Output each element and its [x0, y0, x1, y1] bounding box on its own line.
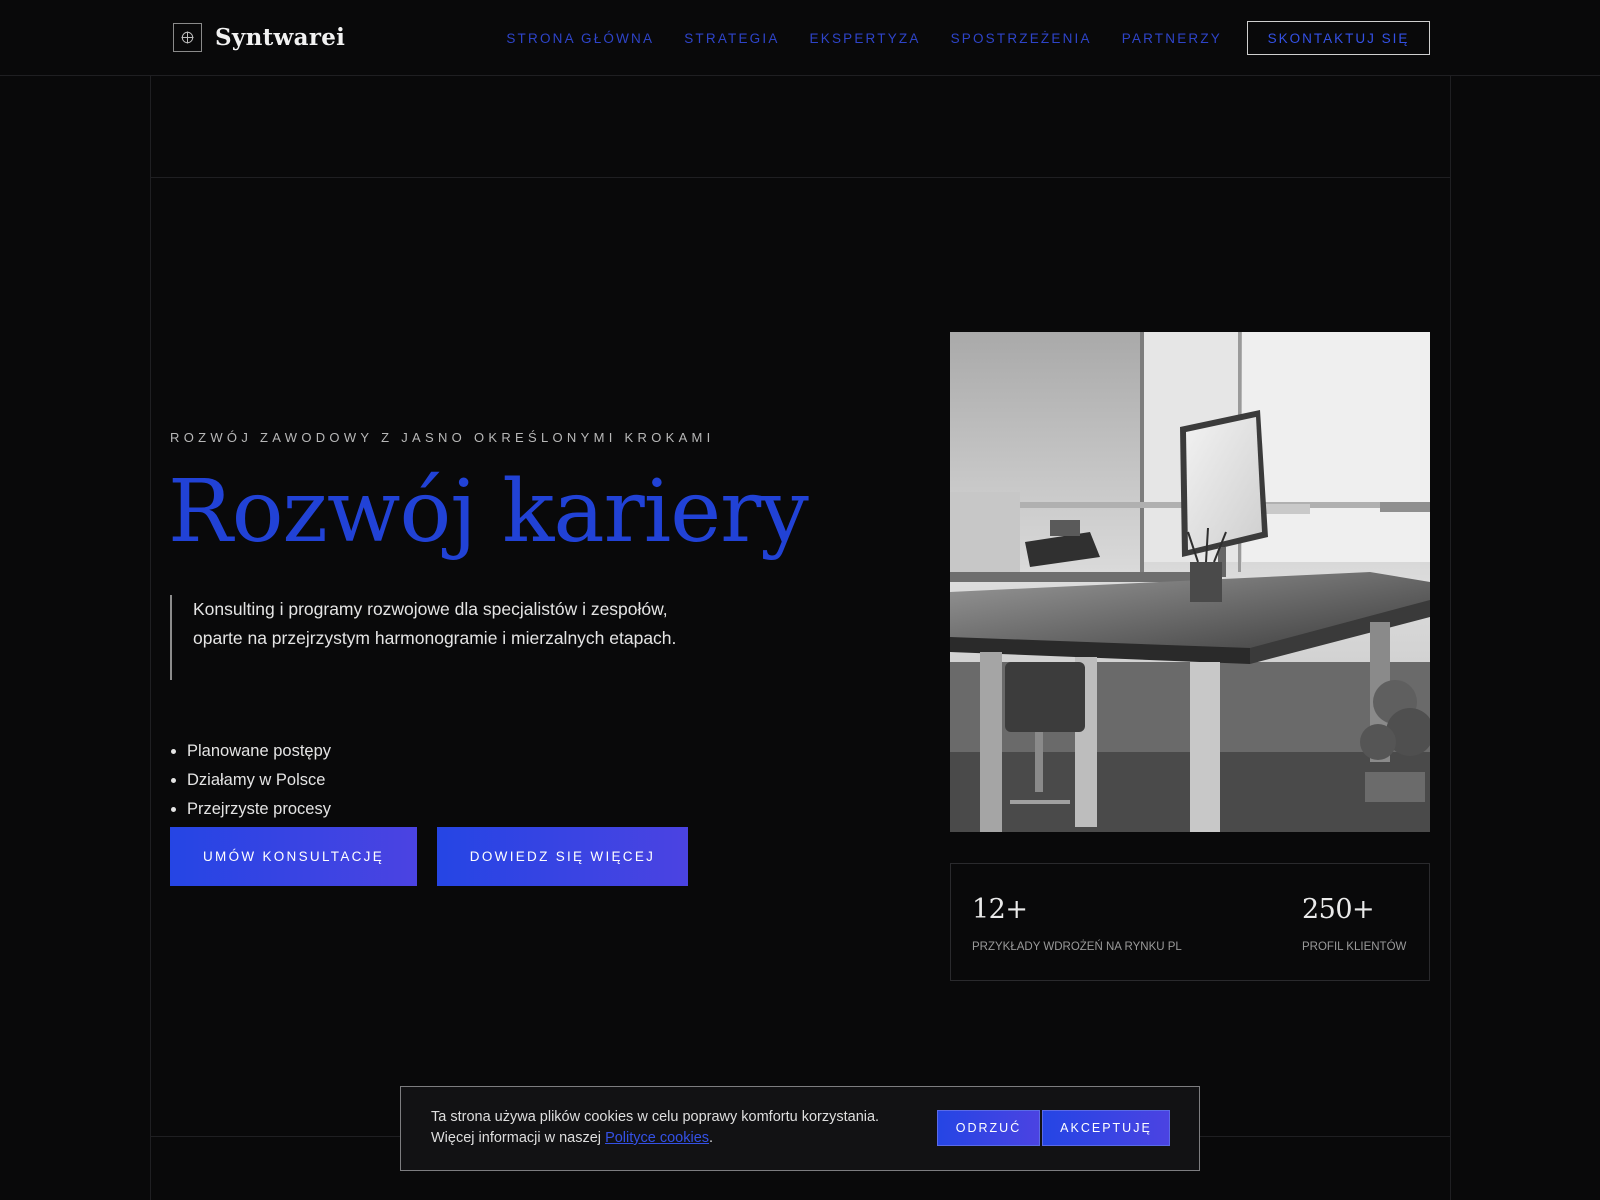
- section-divider-top: [150, 177, 1451, 178]
- stat-value: 250+: [1302, 894, 1375, 925]
- hero-title: Rozwój kariery: [168, 462, 809, 562]
- cookie-message-line1: Ta strona używa plików cookies w celu po…: [431, 1109, 880, 1125]
- brand-name: Syntwarei: [215, 24, 346, 51]
- frame-line-right: [1450, 76, 1451, 1200]
- cookie-accept-button[interactable]: AKCEPTUJĘ: [1042, 1110, 1170, 1146]
- stat-value: 12+: [972, 894, 1028, 925]
- contact-button[interactable]: SKONTAKTUJ SIĘ: [1247, 21, 1430, 55]
- cookie-message: Ta strona używa plików cookies w celu po…: [431, 1107, 879, 1149]
- stat-label: PROFIL KLIENTÓW: [1302, 941, 1407, 953]
- stat-clients: 250+ PROFIL KLIENTÓW: [1302, 894, 1406, 953]
- frame-line-left: [150, 76, 151, 1200]
- hero-lead: Konsulting i programy rozwojowe dla spec…: [170, 595, 690, 680]
- list-item: Działamy w Polsce: [170, 766, 331, 795]
- hero-bullet-list: Planowane postępy Działamy w Polsce Prze…: [170, 737, 331, 824]
- stat-implementations: 12+ PRZYKŁADY WDROŻEŃ NA RYNKU PL: [972, 894, 1182, 953]
- main-nav: STRONA GŁÓWNA STRATEGIA EKSPERTYZA SPOST…: [506, 0, 1222, 76]
- nav-link-home[interactable]: STRONA GŁÓWNA: [506, 31, 654, 46]
- nav-link-strategy[interactable]: STRATEGIA: [684, 31, 779, 46]
- list-item: Planowane postępy: [170, 737, 331, 766]
- crosshair-icon: [173, 23, 202, 52]
- nav-link-insights[interactable]: SPOSTRZEŻENIA: [951, 31, 1092, 46]
- office-illustration: [950, 332, 1430, 832]
- cookie-message-line2: Więcej informacji w naszej: [431, 1130, 606, 1146]
- office-photo: [950, 332, 1430, 832]
- brand-logo[interactable]: Syntwarei: [173, 23, 345, 52]
- cookie-message-suffix: .: [709, 1130, 714, 1146]
- nav-link-partners[interactable]: PARTNERZY: [1122, 31, 1222, 46]
- cookie-reject-button[interactable]: ODRZUĆ: [937, 1110, 1040, 1146]
- cookie-policy-link[interactable]: Polityce cookies: [605, 1130, 709, 1146]
- stat-label: PRZYKŁADY WDROŻEŃ NA RYNKU PL: [972, 941, 1182, 953]
- list-item: Przejrzyste procesy: [170, 795, 331, 824]
- learn-more-button[interactable]: DOWIEDZ SIĘ WIĘCEJ: [437, 827, 688, 886]
- nav-link-expertise[interactable]: EKSPERTYZA: [810, 31, 921, 46]
- stats-panel: 12+ PRZYKŁADY WDROŻEŃ NA RYNKU PL 250+ P…: [950, 863, 1430, 981]
- hero-eyebrow: ROZWÓJ ZAWODOWY Z JASNO OKREŚLONYMI KROK…: [170, 430, 715, 445]
- book-consultation-button[interactable]: UMÓW KONSULTACJĘ: [170, 827, 417, 886]
- site-header: Syntwarei STRONA GŁÓWNA STRATEGIA EKSPER…: [0, 0, 1600, 76]
- cookie-banner: Ta strona używa plików cookies w celu po…: [400, 1086, 1200, 1171]
